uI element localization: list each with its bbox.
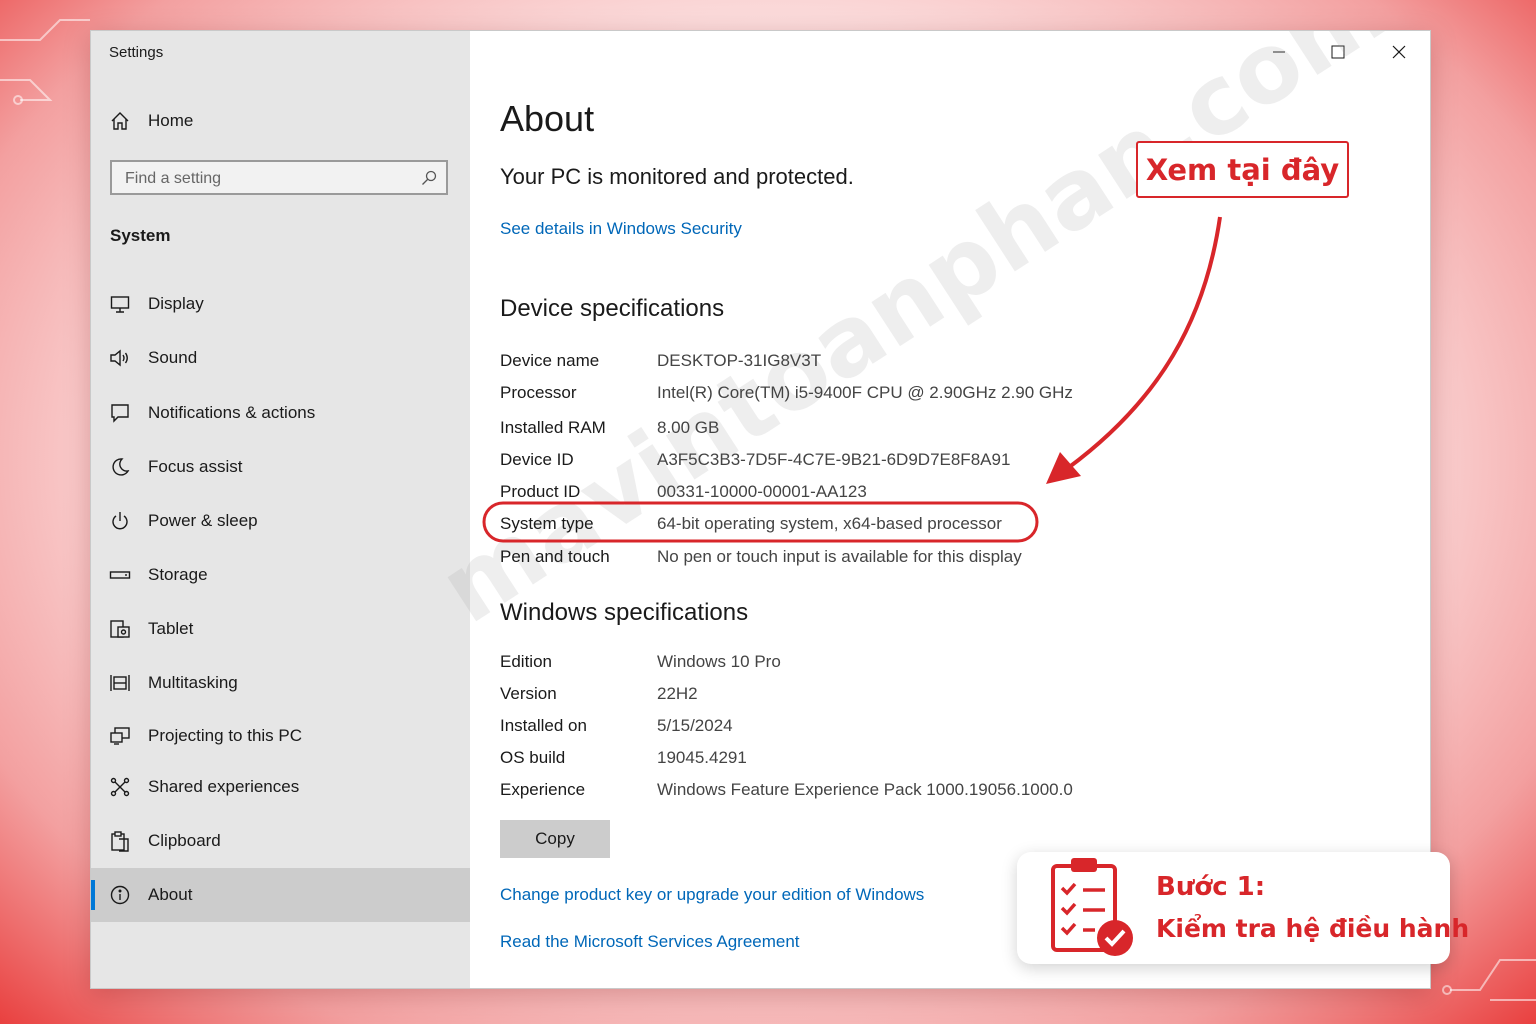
sidebar-item-label: Focus assist	[148, 457, 243, 476]
sidebar-item-clipboard[interactable]: Clipboard	[91, 814, 470, 868]
spec-value: 22H2	[657, 684, 698, 703]
speaker-icon	[109, 347, 131, 369]
sidebar-item-label: Power & sleep	[148, 511, 258, 530]
spec-label: Product ID	[500, 482, 581, 501]
sidebar-item-notifications[interactable]: Notifications & actions	[91, 386, 470, 440]
sidebar-item-home[interactable]: Home	[91, 94, 470, 148]
checklist-icon	[1047, 856, 1139, 965]
spec-label: Edition	[500, 652, 552, 671]
spec-label: Version	[500, 684, 557, 703]
spec-value: Intel(R) Core(TM) i5-9400F CPU @ 2.90GHz…	[657, 383, 1073, 402]
clipboard-icon	[109, 830, 131, 852]
sidebar-item-label: Shared experiences	[148, 777, 300, 796]
spec-value-system-type: 64-bit operating system, x64-based proce…	[657, 514, 1002, 533]
tablet-icon	[109, 618, 131, 640]
windows-specs-heading: Windows specifications	[500, 599, 749, 626]
spec-label: Pen and touch	[500, 547, 610, 566]
callout-box: Xem tại đây	[1136, 141, 1349, 198]
search-placeholder: Find a setting	[125, 170, 222, 187]
page-title: About	[500, 98, 595, 139]
change-product-key-link[interactable]: Change product key or upgrade your editi…	[500, 885, 924, 905]
spec-label: Device name	[500, 351, 600, 370]
search-icon	[421, 170, 437, 191]
services-agreement-link[interactable]: Read the Microsoft Services Agreement	[500, 932, 800, 952]
sidebar-item-label: Sound	[148, 348, 198, 367]
spec-value: A3F5C3B3-7D5F-4C7E-9B21-6D9D7E8F8A91	[657, 450, 1011, 469]
spec-value: DESKTOP-31IG8V3T	[657, 351, 822, 370]
spec-value: 8.00 GB	[657, 418, 720, 437]
sidebar-item-label: Clipboard	[148, 831, 221, 850]
sidebar-item-display[interactable]: Display	[91, 277, 470, 331]
sidebar-item-label: Home	[148, 111, 194, 130]
sidebar-item-label: Storage	[148, 565, 208, 584]
sidebar-item-sound[interactable]: Sound	[91, 331, 470, 385]
sidebar-item-label: About	[148, 885, 193, 904]
sidebar-item-label: Projecting to this PC	[148, 726, 303, 745]
step-description: Kiểm tra hệ điều hành	[1156, 914, 1470, 943]
spec-value: No pen or touch input is available for t…	[657, 547, 1022, 566]
power-icon	[109, 510, 131, 532]
spec-value: 5/15/2024	[657, 716, 733, 735]
protection-status: Your PC is monitored and protected.	[500, 164, 854, 189]
monitor-icon	[109, 293, 131, 315]
spec-label: OS build	[500, 748, 566, 767]
shared-icon	[109, 776, 131, 798]
device-specs-heading: Device specifications	[500, 295, 725, 322]
selection-indicator	[91, 880, 95, 910]
spec-value: 19045.4291	[657, 748, 747, 767]
sidebar-item-label: Display	[148, 294, 204, 313]
step-card: Bước 1: Kiểm tra hệ điều hành	[1017, 852, 1469, 965]
spec-label: Device ID	[500, 450, 574, 469]
spec-label: Experience	[500, 780, 586, 799]
spec-value: 00331-10000-00001-AA123	[657, 482, 867, 501]
sidebar-item-label: Notifications & actions	[148, 403, 316, 422]
step-title: Bước 1:	[1156, 872, 1266, 902]
app-title: Settings	[109, 44, 164, 61]
sidebar-item-multitasking[interactable]: Multitasking	[91, 656, 470, 710]
projecting-icon	[109, 725, 131, 747]
search-input[interactable]: Find a setting	[110, 160, 448, 195]
spec-label: Installed on	[500, 716, 587, 735]
sidebar-item-projecting[interactable]: Projecting to this PC	[91, 709, 470, 763]
windows-security-link[interactable]: See details in Windows Security	[500, 219, 742, 239]
spec-label-system-type: System type	[500, 514, 594, 533]
sidebar-item-label: Tablet	[148, 619, 194, 638]
moon-icon	[109, 456, 131, 478]
multitasking-icon	[109, 672, 131, 694]
spec-value: Windows 10 Pro	[657, 652, 781, 671]
sidebar-item-tablet[interactable]: Tablet	[91, 602, 470, 656]
info-icon	[109, 884, 131, 906]
message-icon	[109, 402, 131, 424]
sidebar: Settings Home Find a setting System Disp…	[91, 31, 470, 988]
spec-label: Installed RAM	[500, 418, 606, 437]
copy-button[interactable]: Copy	[500, 820, 610, 858]
sidebar-item-storage[interactable]: Storage	[91, 548, 470, 602]
home-icon	[109, 110, 131, 132]
sidebar-item-power-sleep[interactable]: Power & sleep	[91, 494, 470, 548]
sidebar-item-about[interactable]: About	[91, 868, 470, 922]
spec-label: Processor	[500, 383, 577, 402]
drive-icon	[109, 564, 131, 586]
sidebar-item-shared-experiences[interactable]: Shared experiences	[91, 760, 470, 814]
sidebar-item-label: Multitasking	[148, 673, 238, 692]
sidebar-item-focus-assist[interactable]: Focus assist	[91, 440, 470, 494]
spec-value: Windows Feature Experience Pack 1000.190…	[657, 780, 1073, 799]
section-label: System	[110, 226, 171, 245]
